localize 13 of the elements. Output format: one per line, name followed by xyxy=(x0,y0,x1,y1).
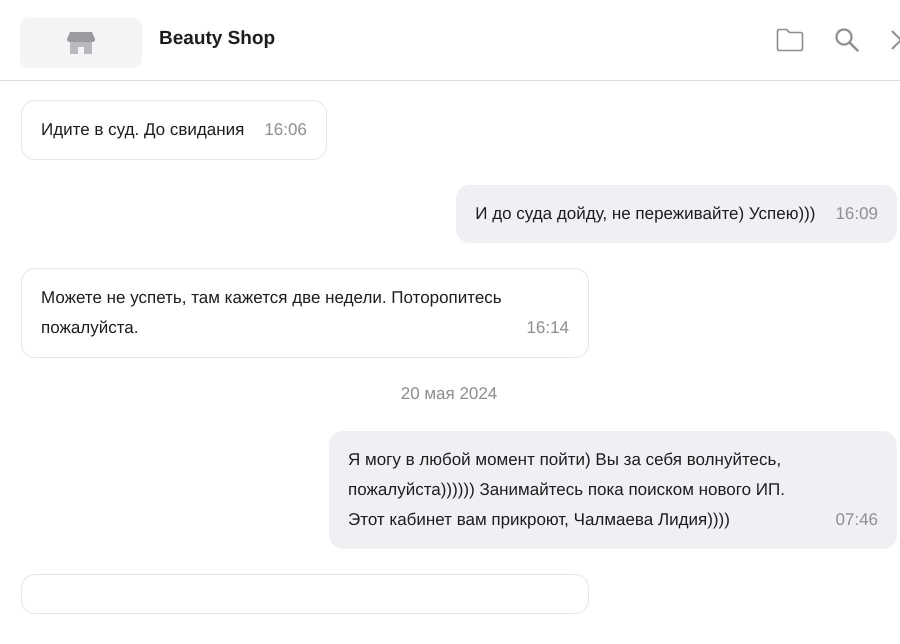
message-time: 16:14 xyxy=(526,317,569,339)
message-text: И до суда дойду, не переживайте) Успею))) xyxy=(475,203,816,225)
date-separator: 20 мая 2024 xyxy=(400,383,498,405)
message-time: 16:06 xyxy=(264,119,307,141)
folder-icon[interactable] xyxy=(776,28,804,52)
message-text: Можете не успеть, там кажется две недели. Поторопитесь пожалуйста. xyxy=(41,287,503,339)
search-icon[interactable] xyxy=(834,26,860,52)
message-time: 16:09 xyxy=(835,203,878,225)
chat-title: Beauty Shop xyxy=(159,27,276,52)
message-text: Идите в суд. До свидания xyxy=(41,119,244,141)
store-icon xyxy=(66,30,96,54)
message-text: Я могу в любой момент пойти) Вы за себя волнуйтесь, пожалуйста)))))) Занимайтесь пока поиском нового ИП. Этот кабинет вам прикроют, Чалмаева Лидия)))) xyxy=(348,448,786,530)
message-time: 07:46 xyxy=(835,508,878,530)
